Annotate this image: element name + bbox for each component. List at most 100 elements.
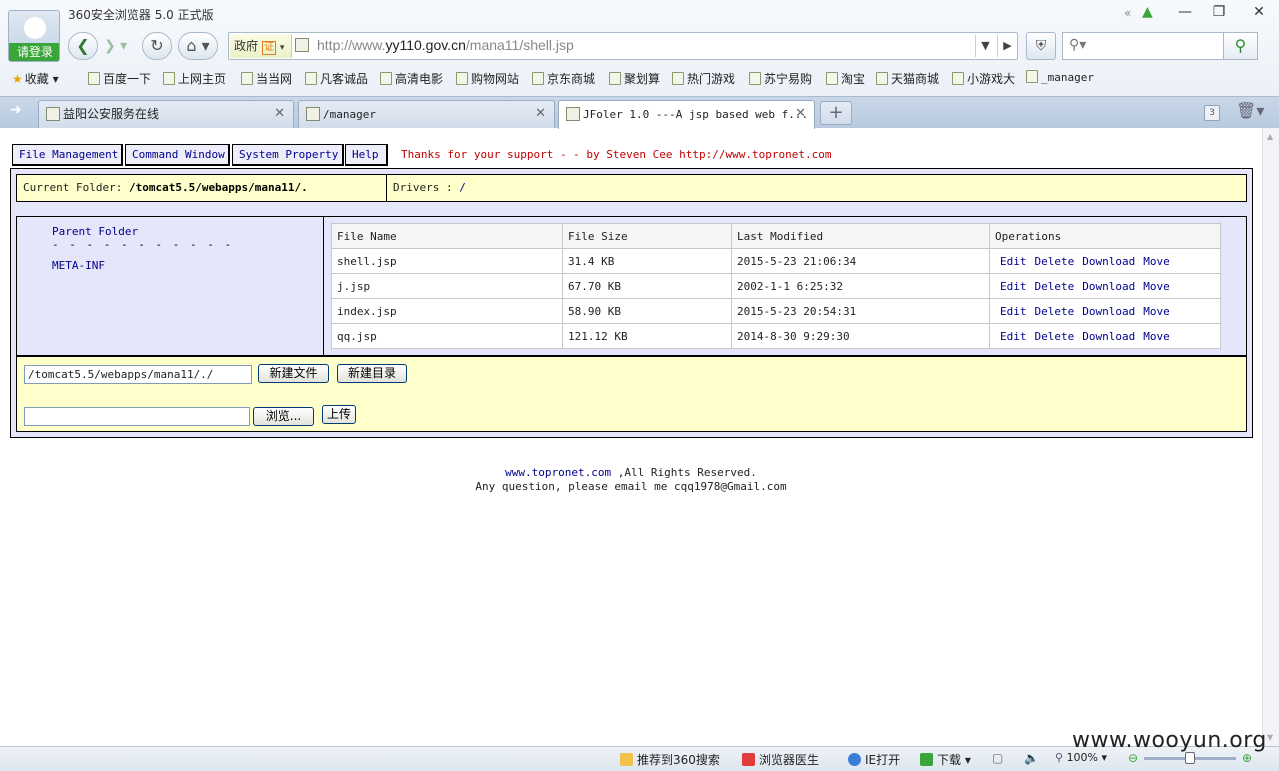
delete-link[interactable]: Delete bbox=[1035, 305, 1075, 318]
go-arrow-icon[interactable]: ▶ bbox=[997, 35, 1017, 57]
login-label[interactable]: 请登录 bbox=[9, 43, 59, 61]
bookmark-item[interactable]: 购物网站 bbox=[456, 70, 519, 87]
download-button[interactable]: 下载 ▾ bbox=[920, 751, 971, 768]
bookmark-item[interactable]: 淘宝 bbox=[826, 70, 865, 87]
new-directory-button[interactable]: 新建目录 bbox=[337, 364, 407, 383]
file-operations: Edit Delete Download Move bbox=[989, 273, 1221, 299]
avatar-icon bbox=[24, 17, 46, 39]
zoom-slider-knob[interactable] bbox=[1185, 752, 1195, 764]
menu-command-window[interactable]: Command Window bbox=[125, 144, 230, 166]
shield-button[interactable]: ⛨ bbox=[1026, 32, 1056, 60]
move-link[interactable]: Move bbox=[1143, 305, 1170, 318]
close-icon[interactable]: ✕ bbox=[535, 101, 546, 127]
close-icon[interactable]: ✕ bbox=[274, 101, 285, 127]
drivers: Drivers : / bbox=[393, 181, 466, 194]
restore-button[interactable]: ❐ bbox=[1204, 2, 1234, 24]
refresh-button[interactable]: ↻ bbox=[142, 32, 172, 60]
bookmark-item[interactable]: 聚划算 bbox=[609, 70, 660, 87]
zoom-out-icon[interactable]: ⊖ bbox=[1128, 751, 1138, 765]
collapse-icon[interactable]: « bbox=[1124, 6, 1131, 20]
home-icon: ⌂ ▾ bbox=[186, 36, 210, 55]
zoom-in-icon[interactable]: ⊕ bbox=[1242, 751, 1252, 765]
tab-yiyang-police[interactable]: 益阳公安服务在线 ✕ bbox=[38, 100, 294, 128]
thanks-text: Thanks for your support - - by Steven Ce… bbox=[401, 148, 832, 161]
move-link[interactable]: Move bbox=[1143, 255, 1170, 268]
upload-button[interactable]: 上传 bbox=[322, 405, 356, 424]
bookmark-item[interactable]: 京东商城 bbox=[532, 70, 595, 87]
vertical-scrollbar[interactable]: ▲ ▼ bbox=[1262, 128, 1279, 746]
edit-link[interactable]: Edit bbox=[1000, 305, 1027, 318]
favorites-menu[interactable]: ★ 收藏 ▾ bbox=[12, 70, 59, 87]
bookmark-item[interactable]: 百度一下 bbox=[88, 70, 151, 87]
upload-file-input[interactable] bbox=[24, 407, 250, 426]
minimize-button[interactable]: — bbox=[1170, 2, 1200, 24]
move-link[interactable]: Move bbox=[1143, 330, 1170, 343]
browser-panel: Parent Folder - - - - - - - - - - - META… bbox=[16, 216, 1247, 356]
download-link[interactable]: Download bbox=[1082, 330, 1135, 343]
download-link[interactable]: Download bbox=[1082, 255, 1135, 268]
gov-cert-icon: 证 bbox=[262, 41, 277, 55]
bookmark-item[interactable]: 小游戏大 bbox=[952, 70, 1015, 87]
tab-manager[interactable]: /manager ✕ bbox=[298, 100, 555, 128]
delete-link[interactable]: Delete bbox=[1035, 280, 1075, 293]
col-file-size: File Size bbox=[562, 223, 732, 249]
zoom-slider[interactable] bbox=[1144, 752, 1236, 764]
gov-badge[interactable]: 政府证 ▾ bbox=[230, 34, 292, 58]
bookmark-item[interactable]: 天猫商城 bbox=[876, 70, 939, 87]
bookmark-item[interactable]: 上网主页 bbox=[163, 70, 226, 87]
closed-tabs-icon[interactable]: 3 bbox=[1204, 105, 1220, 121]
edit-link[interactable]: Edit bbox=[1000, 280, 1027, 293]
home-button[interactable]: ⌂ ▾ bbox=[178, 32, 218, 60]
driver-root-link[interactable]: / bbox=[459, 181, 466, 194]
bookmark-item[interactable]: 热门游戏 bbox=[672, 70, 735, 87]
bookmark-item[interactable]: 高清电影 bbox=[380, 70, 443, 87]
browse-button[interactable]: 浏览... bbox=[253, 407, 314, 426]
move-link[interactable]: Move bbox=[1143, 280, 1170, 293]
page-icon bbox=[306, 107, 320, 121]
file-operations: Edit Delete Download Move bbox=[989, 323, 1221, 349]
new-tab-button[interactable]: + bbox=[820, 101, 852, 125]
chevron-down-icon[interactable]: ▼ bbox=[975, 35, 995, 57]
refresh-icon: ↻ bbox=[150, 36, 164, 55]
current-folder-path: /tomcat5.5/webapps/mana11/. bbox=[128, 181, 308, 194]
close-icon[interactable]: ✕ bbox=[795, 101, 806, 127]
forward-button[interactable]: ❯ ▾ bbox=[104, 38, 127, 54]
folder-link[interactable]: META-INF bbox=[52, 259, 105, 272]
search-box[interactable]: ⚲▾ ⚲ bbox=[1062, 32, 1258, 60]
download-link[interactable]: Download bbox=[1082, 280, 1135, 293]
scroll-up-icon[interactable]: ▲ bbox=[1267, 132, 1273, 141]
ie-open-button[interactable]: IE打开 bbox=[848, 751, 900, 768]
bookmark-item[interactable]: 当当网 bbox=[241, 70, 292, 87]
path-input[interactable]: /tomcat5.5/webapps/mana11/./ bbox=[24, 365, 252, 384]
bookmark-item[interactable]: _manager bbox=[1026, 70, 1094, 84]
footer-link[interactable]: www.topronet.com bbox=[505, 466, 611, 479]
page-icon bbox=[609, 72, 621, 85]
delete-link[interactable]: Delete bbox=[1035, 330, 1075, 343]
download-link[interactable]: Download bbox=[1082, 305, 1135, 318]
back-button[interactable]: ❮ bbox=[68, 32, 98, 60]
close-window-button[interactable]: ✕ bbox=[1244, 2, 1274, 24]
volume-icon[interactable]: 🔈 bbox=[1024, 751, 1039, 765]
address-bar[interactable]: 政府证 ▾ http://www.yy110.gov.cn/mana11/she… bbox=[228, 32, 1018, 60]
edit-link[interactable]: Edit bbox=[1000, 255, 1027, 268]
skin-shirt-icon[interactable]: ▲ bbox=[1142, 4, 1153, 20]
search-go-button[interactable]: ⚲ bbox=[1223, 33, 1257, 59]
bookmark-item[interactable]: 苏宁易购 bbox=[749, 70, 812, 87]
user-avatar[interactable]: 请登录 bbox=[8, 10, 60, 62]
delete-link[interactable]: Delete bbox=[1035, 255, 1075, 268]
browser-doctor-button[interactable]: 浏览器医生 bbox=[742, 751, 819, 768]
trash-icon[interactable]: 🗑▾ bbox=[1236, 101, 1264, 120]
parent-folder-link[interactable]: Parent Folder bbox=[52, 225, 138, 238]
screen-icon[interactable]: ▢ bbox=[992, 751, 1003, 765]
menu-file-management[interactable]: File Management bbox=[12, 144, 123, 166]
scroll-down-icon[interactable]: ▼ bbox=[1267, 733, 1273, 742]
new-file-button[interactable]: 新建文件 bbox=[258, 364, 329, 383]
menu-system-property[interactable]: System Property bbox=[232, 144, 344, 166]
tab-jfoler[interactable]: JFoler 1.0 ---A jsp based web f... ✕ bbox=[558, 100, 815, 129]
menu-help[interactable]: Help bbox=[345, 144, 388, 166]
recommend-360-button[interactable]: 推荐到360搜索 bbox=[620, 751, 720, 768]
sidebar-toggle-icon[interactable]: ➜ bbox=[10, 102, 22, 118]
edit-link[interactable]: Edit bbox=[1000, 330, 1027, 343]
bookmark-item[interactable]: 凡客诚品 bbox=[305, 70, 368, 87]
url-text[interactable]: http://www.yy110.gov.cn/mana11/shell.jsp bbox=[317, 37, 574, 53]
